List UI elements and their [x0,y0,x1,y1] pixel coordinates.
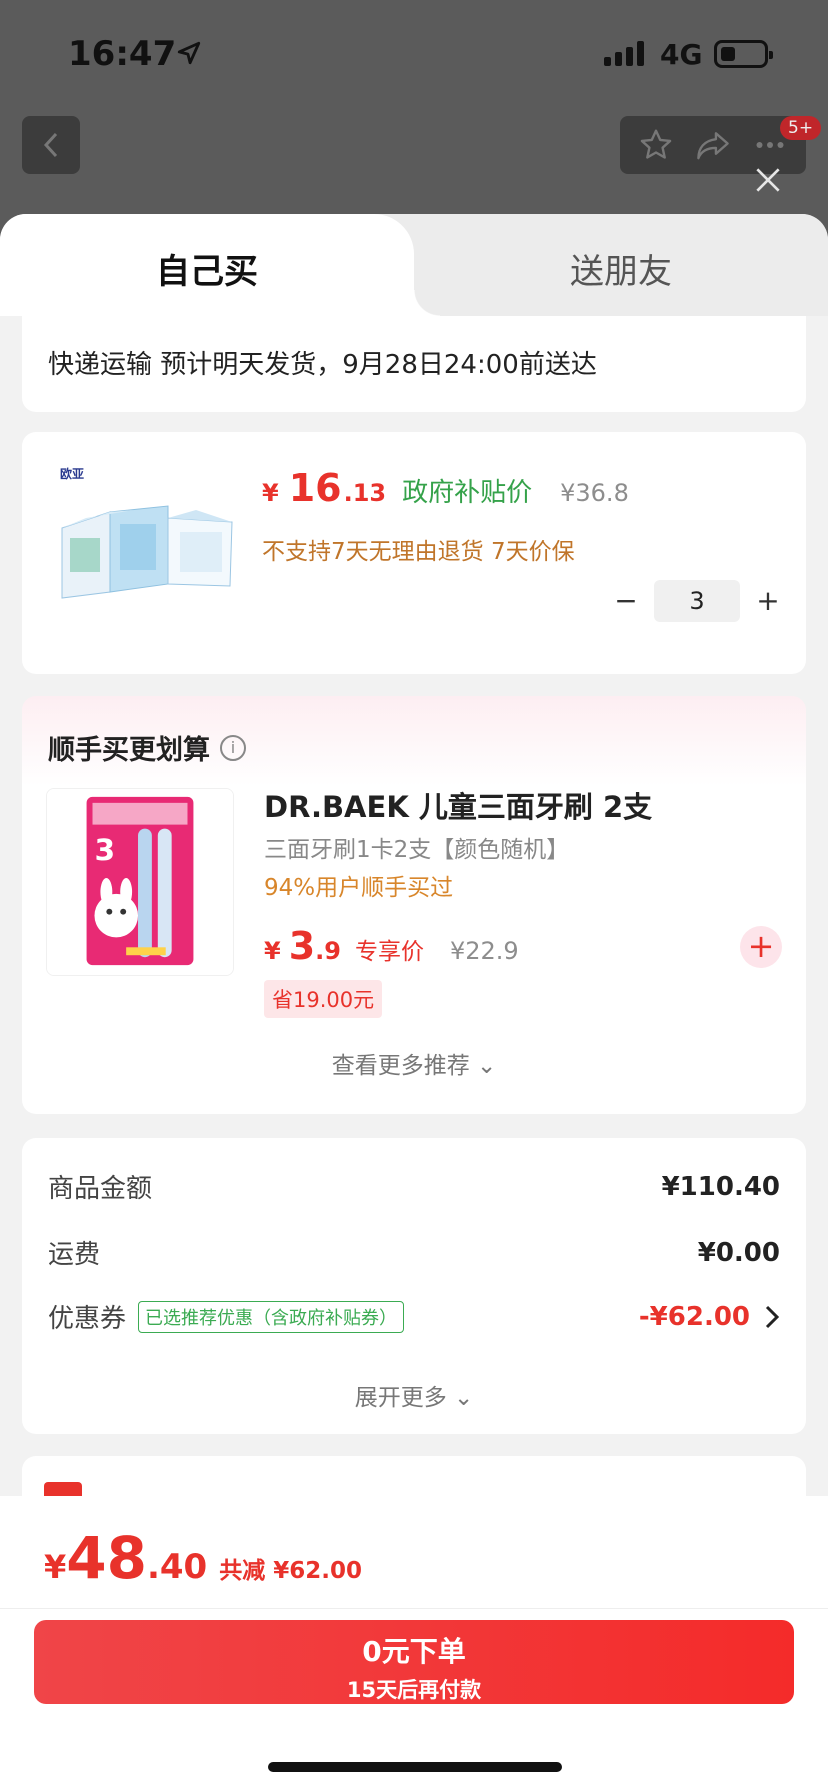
notification-badge: 5+ [780,116,822,140]
back-button[interactable] [22,116,80,174]
status-time: 16:47 [68,34,177,74]
status-bar: 16:47 4G [0,0,828,110]
goods-amount-row: 商品金额 ¥110.40 [48,1168,780,1205]
gov-subsidy-tag: 政府补贴价 [402,478,533,508]
battery-icon [714,40,773,68]
price-integer: 16 [288,466,342,510]
quantity-plus-button[interactable]: + [748,581,788,621]
shipping-fee-row: 运费 ¥0.00 [48,1234,780,1271]
recommendation-name[interactable]: DR.BAEK 儿童三面牙刷 2支 [264,784,652,826]
price-summary-card: 商品金额 ¥110.40 运费 ¥0.00 优惠券 已选推荐优惠（含政府补贴券）… [22,1138,806,1434]
product-price-row: ¥ 16 .13 政府补贴价 ¥36.8 [262,466,629,510]
recommendation-spec: 三面牙刷1卡2支【颜色随机】 [264,837,570,863]
info-icon[interactable]: i [220,734,246,761]
goods-amount-label: 商品金额 [48,1174,153,1204]
savings-badge: 省19.00元 [264,980,383,1018]
home-indicator[interactable] [268,1762,562,1772]
total-decimal: .40 [146,1547,208,1587]
quantity-stepper: − 3 + [606,580,788,622]
price-integer: 3 [288,924,316,968]
coupon-value: -¥62.00 [638,1301,750,1332]
recommendation-card: 顺手买更划算 i 3 DR.BAEK 儿童三面牙刷 2支 三面牙刷1卡2支【颜色… [22,696,806,1114]
currency-symbol: ¥ [262,479,279,507]
add-recommendation-button[interactable]: + [740,926,782,968]
coupon-label: 优惠券 [48,1304,127,1334]
price-decimal: .9 [315,937,341,965]
product-card: 欧亚 ¥ 16 .13 政府补贴价 ¥36.8 不支持7天无理由退货 7天价保 … [22,432,806,674]
expand-more[interactable]: 展开更多 ⌄ [22,1378,806,1412]
total-reduced: 共减 ¥62.00 [219,1558,362,1584]
original-price: ¥36.8 [560,479,629,507]
network-type: 4G [660,38,703,71]
place-order-label: 0元下单 [362,1635,466,1668]
share-icon[interactable] [694,127,732,163]
chevron-right-icon[interactable] [764,1304,780,1330]
coupon-row[interactable]: 优惠券 已选推荐优惠（含政府补贴券） -¥62.00 [48,1298,780,1335]
star-icon[interactable] [638,127,674,163]
shipping-info: 快递运输 预计明天发货，9月28日24:00前送达 [48,350,597,380]
recommendation-title: 顺手买更划算 i [48,728,246,767]
svg-text:欧亚: 欧亚 [60,466,84,481]
recommendation-price-row: ¥ 3 .9 专享价 ¥22.9 [264,924,519,968]
see-more-recommendations[interactable]: 查看更多推荐 ⌄ [22,1046,806,1080]
original-price: ¥22.9 [449,937,519,965]
quantity-value[interactable]: 3 [654,580,740,622]
shipping-fee-value: ¥0.00 [697,1237,780,1268]
svg-text:3: 3 [94,832,115,867]
coupon-tag: 已选推荐优惠（含政府补贴券） [138,1300,405,1333]
price-decimal: .13 [343,479,387,507]
goods-amount-value: ¥110.40 [661,1171,780,1202]
chevron-left-icon [43,132,58,158]
tab-bar: 自己买 送朋友 [0,214,828,316]
total-price: ¥ 48 .40 共减 ¥62.00 [44,1524,362,1592]
tab-self-buy-label: 自己买 [156,252,258,292]
total-integer: 48 [66,1524,147,1592]
toothbrush-image[interactable]: 3 [46,788,234,976]
coupon-value-group: -¥62.00 [639,1302,780,1332]
shipping-card: 快递运输 预计明天发货，9月28日24:00前送达 [22,316,806,412]
footer-divider [0,1608,828,1609]
shipping-fee-label: 运费 [48,1240,101,1270]
place-order-button[interactable]: 0元下单 15天后再付款 [34,1620,794,1704]
product-image: 欧亚 [58,466,233,599]
signal-icon [604,40,644,66]
place-order-sublabel: 15天后再付款 [346,1678,482,1702]
tab-gift-friend[interactable]: 送朋友 [570,244,672,293]
tab-self-buy[interactable]: 自己买 [0,214,440,316]
currency-symbol: ¥ [264,937,281,965]
recommendation-stat: 94%用户顺手买过 [264,875,454,901]
close-icon[interactable] [752,164,784,196]
return-policy: 不支持7天无理由退货 7天价保 [262,539,575,565]
total-currency: ¥ [44,1548,67,1586]
location-arrow-icon [177,41,201,65]
coupon-label-group: 优惠券 已选推荐优惠（含政府补贴券） [48,1298,405,1335]
exclusive-price-tag: 专享价 [354,939,424,965]
checkout-footer: ¥ 48 .40 共减 ¥62.00 0元下单 15天后再付款 [0,1496,828,1792]
quantity-minus-button[interactable]: − [606,581,646,621]
recommendation-title-text: 顺手买更划算 [48,735,210,766]
